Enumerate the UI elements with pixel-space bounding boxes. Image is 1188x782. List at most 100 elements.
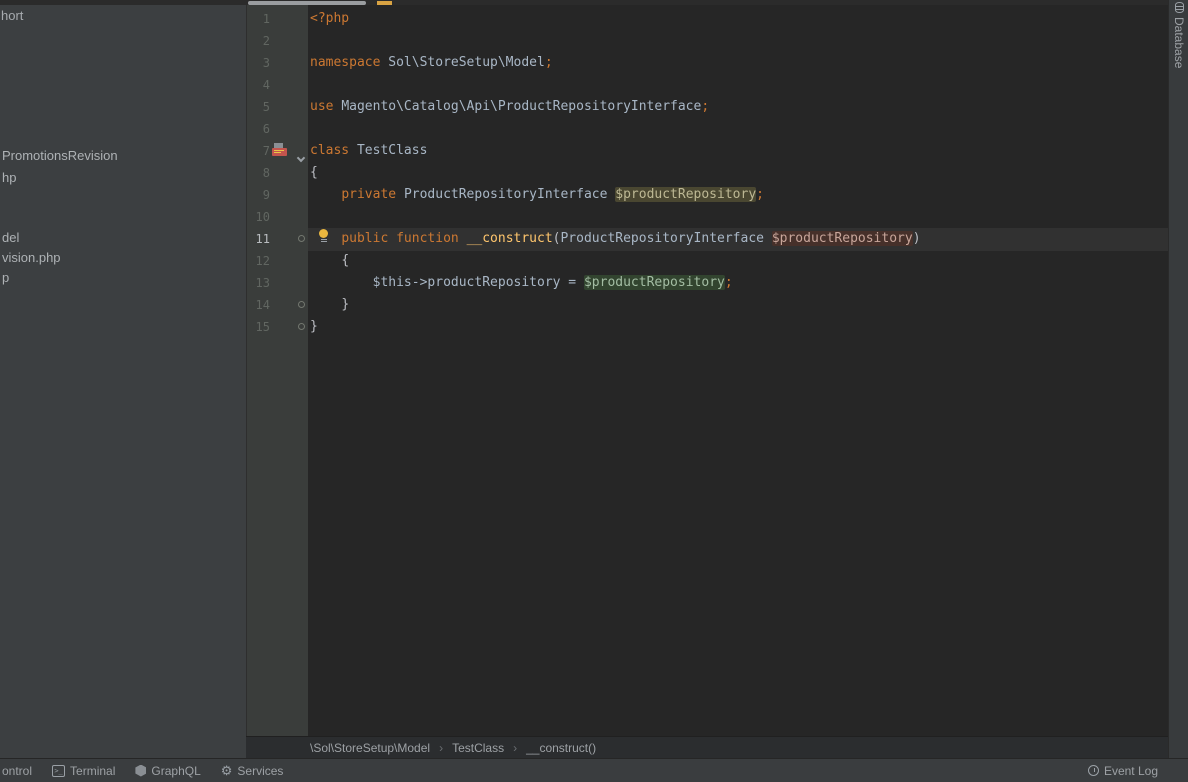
status-bar-right: Event Log bbox=[1088, 764, 1188, 778]
bulb-base bbox=[321, 239, 327, 240]
statusbar-button-ontrol[interactable]: ontrol bbox=[2, 764, 32, 778]
token-hl-green: $productRepository bbox=[584, 275, 725, 290]
token-kw: public bbox=[341, 231, 388, 246]
token-pl bbox=[388, 231, 396, 246]
statusbar-button-label: Terminal bbox=[70, 764, 115, 778]
project-tree-item[interactable]: vision.php bbox=[2, 250, 61, 265]
line-number[interactable]: 2 bbox=[230, 30, 270, 52]
token-hl-brown: $productRepository bbox=[772, 231, 913, 246]
line-number[interactable]: 13 bbox=[230, 272, 270, 294]
code-line-7[interactable]: class TestClass bbox=[310, 140, 427, 162]
token-pl bbox=[310, 253, 341, 268]
token-kw: function bbox=[396, 231, 459, 246]
token-id: productRepository bbox=[427, 275, 560, 290]
breadcrumb-item[interactable]: \Sol\StoreSetup\Model bbox=[310, 741, 430, 755]
top-edge-strip bbox=[0, 0, 1188, 5]
right-tool-window-bar: Database bbox=[1168, 0, 1188, 758]
breadcrumb-item[interactable]: __construct() bbox=[526, 741, 596, 755]
graphql-icon bbox=[135, 765, 146, 777]
breadcrumb: \Sol\StoreSetup\Model›TestClass›__constr… bbox=[246, 736, 1168, 758]
line-number[interactable]: 9 bbox=[230, 184, 270, 206]
token-semi: ; bbox=[701, 99, 709, 114]
line-number[interactable]: 8 bbox=[230, 162, 270, 184]
token-semi: ; bbox=[725, 275, 733, 290]
code-line-13[interactable]: $this->productRepository = $productRepos… bbox=[310, 272, 733, 294]
intention-bulb-icon[interactable] bbox=[319, 229, 329, 243]
token-kw: class bbox=[310, 143, 349, 158]
line-number[interactable]: 15 bbox=[230, 316, 270, 338]
token-pl bbox=[310, 275, 373, 290]
token-id: ProductRepositoryInterface bbox=[560, 231, 764, 246]
database-label: Database bbox=[1172, 17, 1186, 68]
token-br: } bbox=[341, 297, 349, 312]
services-icon: ⚙ bbox=[221, 764, 233, 777]
line-number[interactable]: 7 bbox=[230, 140, 270, 162]
line-number[interactable]: 12 bbox=[230, 250, 270, 272]
token-pl bbox=[396, 187, 404, 202]
token-semi: ; bbox=[756, 187, 764, 202]
fold-circle-icon[interactable] bbox=[298, 235, 305, 242]
project-tree-item[interactable]: PromotionsRevision bbox=[2, 148, 118, 163]
statusbar-button-label: Services bbox=[237, 764, 283, 778]
code-line-3[interactable]: namespace Sol\StoreSetup\Model; bbox=[310, 52, 553, 74]
php-class-icon[interactable] bbox=[272, 143, 288, 157]
statusbar-button-event-log[interactable]: Event Log bbox=[1088, 764, 1158, 778]
token-fn: __construct bbox=[467, 231, 553, 246]
project-tree-item[interactable]: del bbox=[2, 230, 19, 245]
statusbar-button-terminal[interactable]: >_ Terminal bbox=[52, 764, 115, 778]
line-number[interactable]: 1 bbox=[230, 8, 270, 30]
fold-circle-icon[interactable] bbox=[298, 323, 305, 330]
code-line-11[interactable]: public function __construct(ProductRepos… bbox=[310, 228, 921, 250]
top-scroll-thumb[interactable] bbox=[248, 1, 366, 5]
code-line-8[interactable]: { bbox=[310, 162, 318, 184]
token-kw: use bbox=[310, 99, 333, 114]
database-tool-button[interactable]: Database bbox=[1172, 2, 1186, 68]
line-number[interactable]: 10 bbox=[230, 206, 270, 228]
event-log-icon bbox=[1088, 765, 1099, 776]
line-number-column: 123456789101112131415 bbox=[246, 0, 308, 737]
statusbar-button-label: ontrol bbox=[2, 764, 32, 778]
token-id: Sol\StoreSetup\Model bbox=[388, 55, 545, 70]
code-line-9[interactable]: private ProductRepositoryInterface $prod… bbox=[310, 184, 764, 206]
token-pl bbox=[349, 143, 357, 158]
token-br: { bbox=[341, 253, 349, 268]
statusbar-button-services[interactable]: ⚙ Services bbox=[221, 764, 284, 778]
code-line-12[interactable]: { bbox=[310, 250, 349, 272]
token-id: Magento\Catalog\Api\ProductRepositoryInt… bbox=[341, 99, 701, 114]
token-kw: namespace bbox=[310, 55, 380, 70]
line-number[interactable]: 14 bbox=[230, 294, 270, 316]
terminal-icon: >_ bbox=[52, 765, 65, 777]
token-kw: private bbox=[341, 187, 396, 202]
code-line-5[interactable]: use Magento\Catalog\Api\ProductRepositor… bbox=[310, 96, 709, 118]
token-hl-olive: $productRepository bbox=[615, 187, 756, 202]
code-line-15[interactable]: } bbox=[310, 316, 318, 338]
line-number[interactable]: 5 bbox=[230, 96, 270, 118]
fold-chevron-icon[interactable] bbox=[298, 148, 304, 166]
project-tree-item[interactable]: hp bbox=[2, 170, 16, 185]
token-br: } bbox=[310, 319, 318, 334]
code-line-14[interactable]: } bbox=[310, 294, 349, 316]
token-pl bbox=[310, 187, 341, 202]
project-tree-item[interactable]: p bbox=[2, 270, 9, 285]
project-panel: hort PromotionsRevisionhpdelvision.phpp bbox=[0, 0, 246, 758]
token-kw: <?php bbox=[310, 11, 349, 26]
line-number[interactable]: 6 bbox=[230, 118, 270, 140]
token-pl bbox=[764, 231, 772, 246]
code-editor[interactable]: <?phpnamespace Sol\StoreSetup\Model;use … bbox=[308, 0, 1168, 737]
database-icon bbox=[1175, 2, 1184, 13]
breadcrumb-item[interactable]: TestClass bbox=[452, 741, 504, 755]
token-semi: ; bbox=[545, 55, 553, 70]
line-number[interactable]: 3 bbox=[230, 52, 270, 74]
breadcrumb-separator: › bbox=[439, 741, 443, 755]
statusbar-button-graphql[interactable]: GraphQL bbox=[135, 764, 200, 778]
statusbar-button-label: Event Log bbox=[1104, 764, 1158, 778]
line-number[interactable]: 4 bbox=[230, 74, 270, 96]
token-br: { bbox=[310, 165, 318, 180]
token-id: $this bbox=[373, 275, 412, 290]
status-bar-left: ontrol >_ Terminal GraphQL ⚙ Services bbox=[0, 764, 283, 778]
line-number[interactable]: 11 bbox=[230, 228, 270, 250]
token-op: = bbox=[560, 275, 583, 290]
statusbar-button-label: GraphQL bbox=[151, 764, 200, 778]
fold-circle-icon[interactable] bbox=[298, 301, 305, 308]
code-line-1[interactable]: <?php bbox=[310, 8, 349, 30]
